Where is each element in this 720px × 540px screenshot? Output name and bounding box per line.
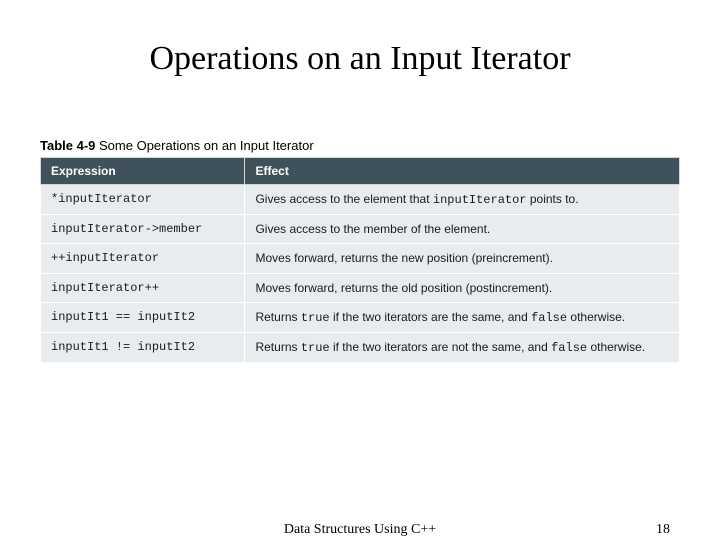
footer-source: Data Structures Using C++ <box>284 522 436 538</box>
effect-text: Returns <box>255 340 300 354</box>
effect-code: false <box>531 311 567 325</box>
effect-code: true <box>301 341 330 355</box>
table-row: inputIterator++ Moves forward, returns t… <box>41 273 680 302</box>
cell-effect: Returns true if the two iterators are no… <box>245 332 680 362</box>
effect-text: Moves forward, returns the new position … <box>255 251 552 265</box>
table-header-row: Expression Effect <box>41 158 680 185</box>
cell-expression: inputIt1 == inputIt2 <box>41 302 245 332</box>
cell-effect: Moves forward, returns the old position … <box>245 273 680 302</box>
cell-effect: Gives access to the member of the elemen… <box>245 215 680 244</box>
slide: Operations on an Input Iterator Table 4-… <box>0 0 720 540</box>
table-row: inputIt1 == inputIt2 Returns true if the… <box>41 302 680 332</box>
table-caption: Table 4-9 Some Operations on an Input It… <box>40 138 680 153</box>
header-effect: Effect <box>245 158 680 185</box>
table-row: inputIterator->member Gives access to th… <box>41 215 680 244</box>
effect-text: if the two iterators are the same, and <box>330 310 531 324</box>
page-title: Operations on an Input Iterator <box>40 40 680 78</box>
effect-code: true <box>301 311 330 325</box>
effect-text: Gives access to the member of the elemen… <box>255 222 490 236</box>
cell-effect: Moves forward, returns the new position … <box>245 244 680 273</box>
table-label: Table 4-9 <box>40 138 95 153</box>
operations-table: Expression Effect *inputIterator Gives a… <box>40 157 680 363</box>
cell-expression: ++inputIterator <box>41 244 245 273</box>
effect-text: otherwise. <box>587 340 645 354</box>
effect-text: otherwise. <box>567 310 625 324</box>
table-row: ++inputIterator Moves forward, returns t… <box>41 244 680 273</box>
effect-code: false <box>551 341 587 355</box>
cell-effect: Returns true if the two iterators are th… <box>245 302 680 332</box>
effect-text: if the two iterators are not the same, a… <box>330 340 551 354</box>
effect-code: inputIterator <box>433 193 527 207</box>
cell-expression: inputIterator++ <box>41 273 245 302</box>
cell-effect: Gives access to the element that inputIt… <box>245 185 680 215</box>
cell-expression: inputIterator->member <box>41 215 245 244</box>
table-row: inputIt1 != inputIt2 Returns true if the… <box>41 332 680 362</box>
table-row: *inputIterator Gives access to the eleme… <box>41 185 680 215</box>
effect-text: Moves forward, returns the old position … <box>255 281 552 295</box>
cell-expression: inputIt1 != inputIt2 <box>41 332 245 362</box>
cell-expression: *inputIterator <box>41 185 245 215</box>
header-expression: Expression <box>41 158 245 185</box>
table-caption-text: Some Operations on an Input Iterator <box>99 138 314 153</box>
effect-text: Returns <box>255 310 300 324</box>
page-number: 18 <box>656 522 670 538</box>
effect-text: points to. <box>527 192 579 206</box>
effect-text: Gives access to the element that <box>255 192 432 206</box>
